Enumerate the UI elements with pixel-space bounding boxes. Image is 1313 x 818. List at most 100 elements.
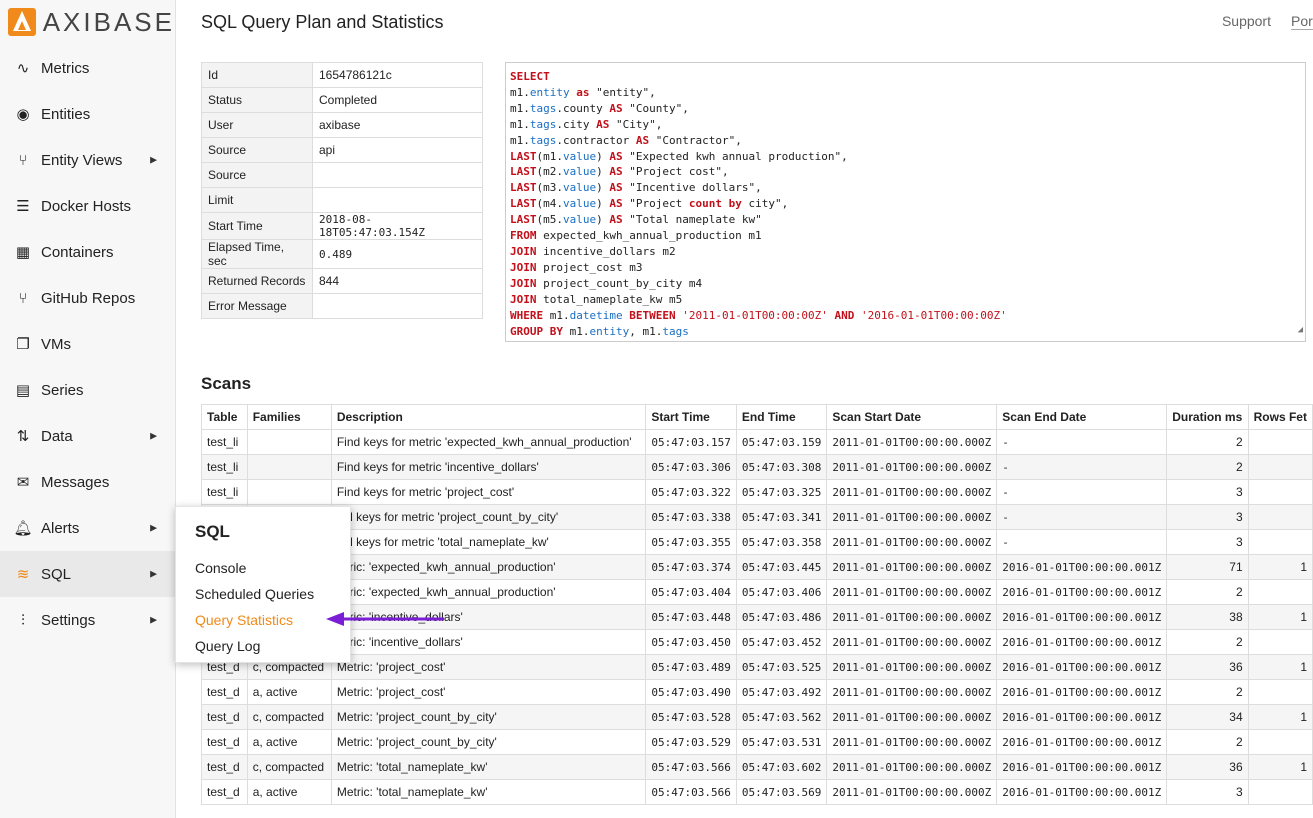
sidebar-item-entity-views[interactable]: ⑂ Entity Views ▶ (0, 137, 175, 183)
sidebar-item-sql[interactable]: ≋ SQL ▶ (0, 551, 175, 597)
column-header[interactable]: Start Time (645, 404, 737, 430)
table-cell (1247, 729, 1313, 755)
column-header[interactable]: End Time (735, 404, 828, 430)
submenu-item-console[interactable]: Console (195, 560, 246, 576)
info-key: Source (201, 137, 313, 163)
sql-token: city", (741, 197, 789, 211)
table-cell: c, compacted (246, 754, 332, 780)
sidebar-item-metrics[interactable]: ∿ Metrics (0, 45, 175, 91)
sql-token: value (563, 165, 597, 179)
sidebar-item-docker-hosts[interactable]: ☰ Docker Hosts (0, 183, 175, 229)
logo[interactable]: AXIBASE (0, 0, 175, 44)
sql-token: m1. (562, 324, 590, 338)
table-cell: 05:47:03.562 (735, 704, 828, 730)
sidebar-item-messages[interactable]: ✉ Messages (0, 459, 175, 505)
resize-handle-icon[interactable]: ◢ (1298, 323, 1303, 339)
table-cell: 05:47:03.325 (735, 479, 828, 505)
info-row: Source (201, 162, 483, 188)
bell-icon: 🔔︎ (13, 520, 33, 537)
sql-token: (m5. (536, 213, 564, 227)
sql-token: value (563, 181, 597, 195)
table-row: test_d a, active Metric: 'project_count_by… (201, 729, 1313, 755)
table-cell: 2011-01-01T00:00:00.000Z (826, 579, 998, 605)
table-cell: 3 (1166, 504, 1249, 530)
submenu-item-query-log[interactable]: Query Log (195, 638, 260, 654)
sidebar-item-entities[interactable]: ◉ Entities (0, 91, 175, 137)
chevron-right-icon: ▶ (150, 522, 157, 533)
sql-token: "Expected kwh annual production", (622, 149, 848, 163)
axibase-logo-icon (8, 8, 36, 36)
table-cell: 2016-01-01T00:00:00.001Z (996, 654, 1168, 680)
sql-token: .city (556, 117, 597, 131)
table-cell: a, active (246, 679, 332, 705)
sql-token: SELECT (510, 70, 550, 83)
table-cell: 05:47:03.159 (735, 429, 828, 455)
sql-token: "City", (609, 117, 663, 131)
sidebar-item-vms[interactable]: ❐ VMs (0, 321, 175, 367)
sort-arrows-icon: ⇅ (16, 428, 30, 445)
sql-token: "County", (622, 101, 689, 115)
sidebar-item-github-repos[interactable]: ⑂ GitHub Repos (0, 275, 175, 321)
column-header[interactable]: Table (201, 404, 248, 430)
sql-submenu: SQL Console Scheduled Queries Query Statis… (175, 506, 351, 663)
table-cell: ind keys for metric 'total_nameplate_kw' (330, 529, 647, 555)
table-cell: letric: 'expected_kwh_annual_production' (330, 579, 647, 605)
submenu-item-scheduled-queries[interactable]: Scheduled Queries (195, 586, 314, 602)
info-value: Completed (312, 87, 483, 113)
sidebar-item-settings[interactable]: ⫶ Settings ▶ (0, 597, 175, 643)
table-cell: 2011-01-01T00:00:00.000Z (826, 704, 998, 730)
column-header[interactable]: Families (246, 404, 332, 430)
table-cell: test_d (201, 679, 248, 705)
column-header[interactable]: Description (330, 404, 647, 430)
sidebar-item-label: GitHub Repos (41, 289, 136, 307)
column-header[interactable]: Scan End Date (996, 404, 1168, 430)
table-cell: 05:47:03.406 (735, 579, 828, 605)
sql-token: '2016-01-01T00:00:00Z' (861, 308, 1007, 322)
column-header[interactable]: Duration ms (1166, 404, 1249, 430)
table-cell: 2 (1166, 429, 1249, 455)
table-cell: - (996, 504, 1168, 530)
sidebar-item-series[interactable]: ▤ Series (0, 367, 175, 413)
sidebar-item-data[interactable]: ⇅ Data ▶ (0, 413, 175, 459)
sql-token: value (563, 213, 597, 227)
table-cell: 2011-01-01T00:00:00.000Z (826, 454, 998, 480)
table-cell: 2016-01-01T00:00:00.001Z (996, 779, 1168, 805)
table-cell: 2 (1166, 629, 1249, 655)
sliders-icon: ⫶ (21, 611, 25, 629)
column-header[interactable]: Rows Fet (1247, 404, 1313, 430)
support-link[interactable]: Support (1222, 13, 1271, 30)
sidebar-item-label: Docker Hosts (41, 197, 132, 215)
film-icon: ▤ (15, 382, 31, 399)
sql-token: LAST (510, 149, 537, 163)
sql-token: FROM (510, 229, 537, 243)
submenu-item-query-statistics[interactable]: Query Statistics (195, 612, 293, 628)
table-cell: c, compacted (246, 704, 332, 730)
info-value (312, 293, 483, 319)
sql-token: "entity", (589, 85, 656, 99)
sql-token: m1. (510, 85, 530, 99)
info-key: Status (201, 87, 313, 113)
table-cell: 2016-01-01T00:00:00.001Z (996, 579, 1168, 605)
table-cell: - (996, 454, 1168, 480)
portal-link[interactable]: Por (1291, 13, 1313, 30)
sql-token: AND (834, 308, 855, 322)
sql-query-textarea[interactable]: SELECT m1.entity as "entity", m1.tags.coun… (505, 62, 1306, 342)
info-key: Limit (201, 187, 313, 213)
sidebar-item-containers[interactable]: ▦ Containers (0, 229, 175, 275)
sql-token: value (563, 149, 597, 163)
sql-token: tags (529, 133, 557, 147)
table-cell: 05:47:03.322 (645, 479, 737, 505)
column-header[interactable]: Scan Start Date (826, 404, 998, 430)
sql-token: entity (589, 324, 630, 338)
table-cell: letric: 'expected_kwh_annual_production' (330, 554, 647, 580)
table-cell: 2011-01-01T00:00:00.000Z (826, 629, 998, 655)
table-cell: 2011-01-01T00:00:00.000Z (826, 479, 998, 505)
info-row: Status Completed (201, 87, 483, 113)
copy-icon: ❐ (16, 336, 30, 353)
sidebar-item-label: Alerts (41, 519, 80, 537)
table-row: test_d c, compacted Metric: 'project_count… (201, 704, 1313, 730)
table-cell: 05:47:03.529 (645, 729, 737, 755)
sidebar-item-alerts[interactable]: 🔔︎ Alerts ▶ (0, 505, 175, 551)
table-cell: 36 (1166, 754, 1249, 780)
table-cell: 2011-01-01T00:00:00.000Z (826, 604, 998, 630)
